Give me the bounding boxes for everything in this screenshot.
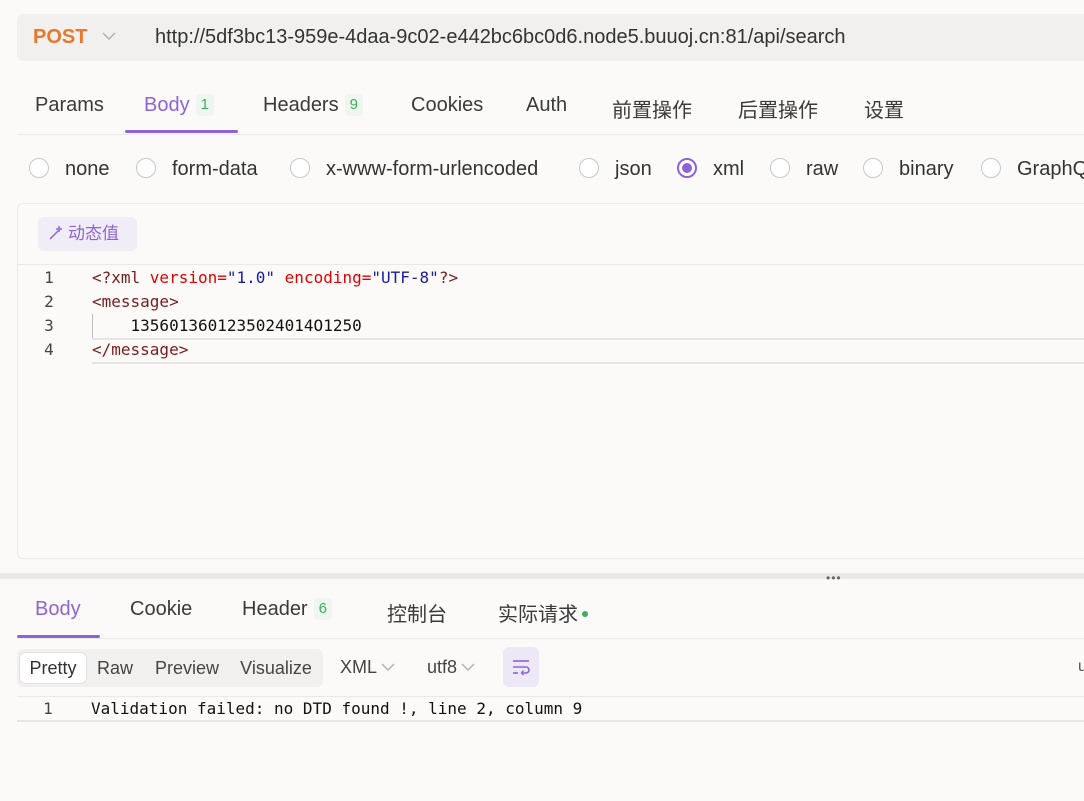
radio-circle <box>29 158 49 178</box>
radio-label: xml <box>713 158 745 180</box>
response-text: Validation failed: no DTD found !, line … <box>91 699 583 718</box>
format-value: XML <box>340 657 378 677</box>
method-select[interactable]: POST <box>33 26 87 49</box>
url-bar: POST http://5df3bc13-959e-4daa-9c02-e442… <box>17 14 1084 61</box>
radio-label: binary <box>899 158 954 180</box>
response-tab-console[interactable]: 控制台 <box>387 598 447 627</box>
radio-circle <box>579 158 599 178</box>
line-number: 1 <box>44 268 54 287</box>
request-tabs: Params Body 1 Headers 9 Cookies Auth 前置操作 … <box>17 74 1084 135</box>
view-mode-visualize[interactable]: Visualize <box>234 653 318 683</box>
response-code-line[interactable]: 1 Validation failed: no DTD found !, lin… <box>17 698 1084 722</box>
truncated-toolbar-item[interactable]: u <box>1078 658 1084 676</box>
active-tab-indicator <box>125 130 238 133</box>
tab-label: Header <box>242 598 308 620</box>
tab-auth[interactable]: Auth <box>526 94 567 117</box>
radio-circle-checked <box>677 158 697 178</box>
tab-count-badge: 6 <box>313 598 332 620</box>
code-text: <?xml version="1.0" encoding="UTF-8"?> <box>92 266 458 290</box>
tab-settings[interactable]: 设置 <box>864 94 904 123</box>
body-type-radio-group: none form-data x-www-form-urlencoded jso… <box>29 152 1084 188</box>
response-divider <box>17 696 1084 697</box>
tab-count-badge: 1 <box>195 94 214 116</box>
format-select[interactable]: XML <box>340 657 395 678</box>
radio-label: none <box>65 158 110 180</box>
code-line[interactable]: 1 <?xml version="1.0" encoding="UTF-8"?> <box>18 266 1084 290</box>
editor-divider <box>18 264 1084 265</box>
chevron-down-icon[interactable] <box>101 28 117 44</box>
tab-cookies[interactable]: Cookies <box>411 94 483 117</box>
tab-pre-request[interactable]: 前置操作 <box>612 94 692 123</box>
url-input[interactable]: http://5df3bc13-959e-4daa-9c02-e442bc6bc… <box>155 26 846 49</box>
string-token: "UTF-8" <box>371 268 439 287</box>
response-tab-cookie[interactable]: Cookie <box>130 598 192 621</box>
radio-label: json <box>615 158 652 180</box>
active-tab-indicator <box>17 635 100 638</box>
code-line[interactable]: 3 1356013601235024014O1250 <box>18 314 1084 338</box>
line-number: 3 <box>44 316 54 335</box>
radio-circle <box>770 158 790 178</box>
line-number: 1 <box>43 699 53 718</box>
word-wrap-icon <box>513 660 530 676</box>
dynamic-value-label: 动态值 <box>68 224 119 243</box>
code-line[interactable]: 4 </message> <box>18 338 1084 362</box>
string-token: "1.0" <box>226 268 276 287</box>
tab-label: Body <box>144 94 190 116</box>
magic-wand-icon <box>49 225 63 240</box>
view-mode-raw[interactable]: Raw <box>93 653 137 683</box>
line-number: 2 <box>44 292 54 311</box>
attribute-token: encoding= <box>284 268 372 287</box>
dynamic-value-button[interactable]: 动态值 <box>38 217 137 251</box>
tab-body[interactable]: Body 1 <box>144 94 214 117</box>
status-dot <box>582 611 588 617</box>
view-mode-pretty[interactable]: Pretty <box>20 653 86 683</box>
word-wrap-button[interactable] <box>503 647 539 687</box>
panel-splitter[interactable] <box>0 573 1084 579</box>
tab-count-badge: 9 <box>344 94 363 116</box>
xml-declaration-token: ?> <box>438 268 459 287</box>
radio-circle <box>863 158 883 178</box>
code-text: </message> <box>92 340 189 359</box>
view-mode-preview[interactable]: Preview <box>148 653 226 683</box>
response-tab-body[interactable]: Body <box>35 598 81 621</box>
response-tab-header[interactable]: Header 6 <box>242 598 332 621</box>
chevron-down-icon <box>461 663 475 672</box>
response-tab-actual-request[interactable]: 实际请求 <box>498 598 588 627</box>
attribute-token: version= <box>149 268 227 287</box>
radio-label: GraphQ <box>1017 158 1084 180</box>
tab-post-request[interactable]: 后置操作 <box>738 94 818 123</box>
radio-circle <box>136 158 156 178</box>
tab-label: Headers <box>263 94 339 116</box>
request-body-editor: 动态值 1 <?xml version="1.0" encoding="UTF-… <box>17 203 1084 559</box>
radio-circle <box>981 158 1001 178</box>
radio-label: form-data <box>172 158 258 180</box>
line-number: 4 <box>44 340 54 359</box>
xml-declaration-token: <?xml <box>92 268 150 287</box>
code-text: 1356013601235024014O1250 <box>92 316 362 335</box>
tab-label: 实际请求 <box>498 604 578 626</box>
response-tabs: Body Cookie Header 6 控制台 实际请求 <box>17 580 1084 639</box>
code-text: <message> <box>92 292 179 311</box>
encoding-value: utf8 <box>427 657 458 677</box>
encoding-select[interactable]: utf8 <box>427 657 475 678</box>
tab-headers[interactable]: Headers 9 <box>263 94 363 117</box>
radio-circle <box>290 158 310 178</box>
radio-label: raw <box>806 158 839 180</box>
chevron-down-icon <box>381 663 395 672</box>
response-view-mode-group: Pretty Raw Preview Visualize <box>17 649 323 687</box>
code-line[interactable]: 2 <message> <box>18 290 1084 314</box>
tab-params[interactable]: Params <box>35 94 104 117</box>
radio-label: x-www-form-urlencoded <box>326 158 539 180</box>
